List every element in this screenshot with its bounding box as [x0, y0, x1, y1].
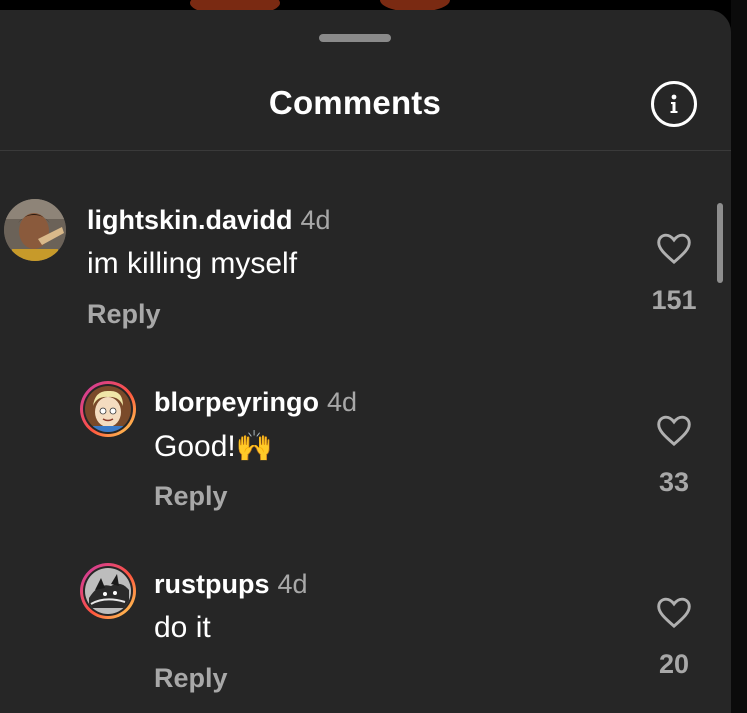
avatar-dog [85, 568, 131, 614]
avatar-photo [4, 199, 66, 261]
comment-text: im killing myself [87, 247, 298, 280]
info-icon [670, 94, 678, 113]
like-count: 33 [658, 467, 690, 497]
reply-button[interactable]: Reply [154, 663, 228, 694]
reply-button[interactable]: Reply [87, 299, 161, 330]
comment-text: do it [154, 611, 211, 644]
reply-button[interactable]: Reply [154, 481, 228, 512]
info-button[interactable] [651, 81, 697, 127]
comment-username[interactable]: rustpups 4d [154, 569, 308, 600]
like-count: 20 [658, 649, 690, 679]
comment-time: 4d [327, 387, 358, 417]
comments-sheet: Comments lightskin.davidd 4d im killing m… [0, 10, 731, 713]
comment-time: 4d [300, 205, 331, 235]
comment-item: blorpeyringo 4d Good!🙌 Reply 33 [0, 375, 731, 525]
comment-time: 4d [277, 569, 308, 599]
header-divider [0, 150, 731, 151]
comment-username[interactable]: lightskin.davidd 4d [87, 205, 331, 236]
heart-icon[interactable] [656, 233, 692, 265]
comment-item: rustpups 4d do it Reply 20 [0, 557, 731, 707]
sheet-title: Comments [268, 84, 442, 121]
background-edge [731, 0, 747, 713]
avatar[interactable] [4, 199, 66, 261]
like-count: 151 [651, 285, 697, 315]
heart-icon[interactable] [656, 597, 692, 629]
comment-item: lightskin.davidd 4d im killing myself Rep… [0, 193, 731, 343]
avatar-cartoon [85, 386, 131, 432]
comment-username[interactable]: blorpeyringo 4d [154, 387, 357, 418]
drag-handle[interactable] [319, 34, 391, 42]
heart-icon[interactable] [656, 415, 692, 447]
avatar[interactable] [80, 563, 136, 619]
avatar[interactable] [80, 381, 136, 437]
comment-text: Good!🙌 [154, 430, 274, 463]
scrollbar[interactable] [717, 203, 723, 283]
